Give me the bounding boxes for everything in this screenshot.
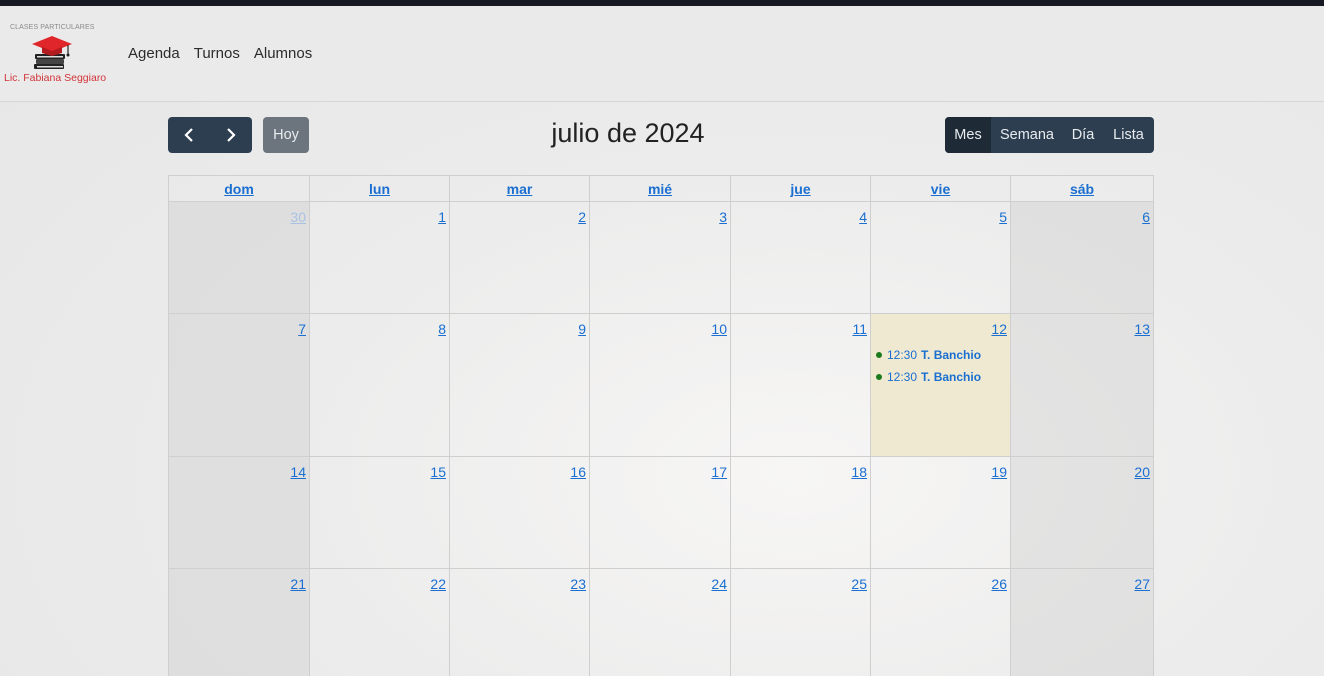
event-dot-icon xyxy=(876,374,882,380)
day-number[interactable]: 16 xyxy=(570,464,586,480)
day-cell[interactable]: 17 xyxy=(590,457,731,569)
brand-logo[interactable]: CLASES PARTICULARES Lic. Fabiana Seggiar… xyxy=(0,20,107,90)
day-cell[interactable]: 25 xyxy=(731,569,871,676)
day-number[interactable]: 11 xyxy=(852,321,867,337)
next-button[interactable] xyxy=(210,117,252,153)
day-number[interactable]: 19 xyxy=(991,464,1007,480)
day-cell[interactable]: 30 xyxy=(169,202,310,314)
weekday-header-row: dom lun mar mié jue vie sáb xyxy=(169,176,1153,202)
event-title: T. Banchio xyxy=(921,370,982,384)
view-list-button[interactable]: Lista xyxy=(1103,117,1154,153)
weekday-header[interactable]: dom xyxy=(169,176,310,202)
prev-next-group xyxy=(168,117,252,153)
day-cell[interactable]: 3 xyxy=(590,202,731,314)
day-cell[interactable]: 23 xyxy=(450,569,590,676)
day-number[interactable]: 13 xyxy=(1134,321,1150,337)
day-cell[interactable]: 15 xyxy=(310,457,450,569)
day-number[interactable]: 2 xyxy=(578,209,586,225)
month-grid: dom lun mar mié jue vie sáb 30 1 2 3 4 5… xyxy=(168,175,1154,676)
day-number[interactable]: 30 xyxy=(290,209,306,225)
day-cell[interactable]: 4 xyxy=(731,202,871,314)
event-time: 12:30 xyxy=(887,348,918,362)
day-number[interactable]: 5 xyxy=(999,209,1007,225)
day-cell[interactable]: 7 xyxy=(169,314,310,457)
day-cell[interactable]: 13 xyxy=(1011,314,1153,457)
weekday-header[interactable]: vie xyxy=(871,176,1011,202)
day-cell[interactable]: 24 xyxy=(590,569,731,676)
event-dot-icon xyxy=(876,352,882,358)
nav-alumnos[interactable]: Alumnos xyxy=(254,45,312,62)
brand-bottom-text: Lic. Fabiana Seggiaro xyxy=(4,72,107,84)
calendar-title: julio de 2024 xyxy=(551,118,705,148)
day-number[interactable]: 6 xyxy=(1142,209,1150,225)
chevron-left-icon xyxy=(184,128,193,142)
day-cell-today[interactable]: 12 12:30 T. Banchio 12:30 T. Banchio xyxy=(871,314,1011,457)
day-number[interactable]: 3 xyxy=(719,209,727,225)
day-number[interactable]: 10 xyxy=(711,321,727,337)
day-cell[interactable]: 22 xyxy=(310,569,450,676)
day-number[interactable]: 21 xyxy=(290,576,306,592)
day-number[interactable]: 22 xyxy=(430,576,446,592)
day-number[interactable]: 25 xyxy=(851,576,867,592)
day-number[interactable]: 14 xyxy=(290,464,306,480)
nav-turnos[interactable]: Turnos xyxy=(194,45,240,62)
weekday-header[interactable]: sáb xyxy=(1011,176,1153,202)
day-cell[interactable]: 1 xyxy=(310,202,450,314)
event-title: T. Banchio xyxy=(921,348,982,362)
today-button[interactable]: Hoy xyxy=(263,117,309,153)
chevron-right-icon xyxy=(227,128,236,142)
day-number[interactable]: 23 xyxy=(570,576,586,592)
day-cell[interactable]: 26 xyxy=(871,569,1011,676)
day-cell[interactable]: 11 xyxy=(731,314,871,457)
week-row: 30 1 2 3 4 5 6 xyxy=(169,202,1153,314)
day-cell[interactable]: 21 xyxy=(169,569,310,676)
weekday-header[interactable]: jue xyxy=(731,176,871,202)
week-row: 14 15 16 17 18 19 20 xyxy=(169,457,1153,569)
day-number[interactable]: 9 xyxy=(578,321,586,337)
day-cell[interactable]: 5 xyxy=(871,202,1011,314)
graduation-cap-books-icon xyxy=(32,36,72,69)
event-time: 12:30 xyxy=(887,370,918,384)
day-number[interactable]: 8 xyxy=(438,321,446,337)
day-number[interactable]: 4 xyxy=(859,209,867,225)
day-cell[interactable]: 14 xyxy=(169,457,310,569)
main-nav: Agenda Turnos Alumnos xyxy=(128,45,326,62)
weekday-header[interactable]: mié xyxy=(590,176,731,202)
day-cell[interactable]: 6 xyxy=(1011,202,1153,314)
day-cell[interactable]: 18 xyxy=(731,457,871,569)
calendar-event[interactable]: 12:30 T. Banchio xyxy=(876,370,981,384)
view-month-button[interactable]: Mes xyxy=(945,117,991,153)
prev-button[interactable] xyxy=(168,117,210,153)
day-cell[interactable]: 9 xyxy=(450,314,590,457)
day-cell[interactable]: 2 xyxy=(450,202,590,314)
nav-agenda[interactable]: Agenda xyxy=(128,45,180,62)
day-number[interactable]: 12 xyxy=(991,321,1007,337)
day-number[interactable]: 7 xyxy=(298,321,306,337)
week-row: 21 22 23 24 25 26 27 xyxy=(169,569,1153,676)
view-week-button[interactable]: Semana xyxy=(991,117,1063,153)
calendar-event[interactable]: 12:30 T. Banchio xyxy=(876,348,981,362)
day-cell[interactable]: 27 xyxy=(1011,569,1153,676)
week-row: 7 8 9 10 11 12 12:30 T. Banchio 12:30 T.… xyxy=(169,314,1153,457)
day-cell[interactable]: 8 xyxy=(310,314,450,457)
day-number[interactable]: 20 xyxy=(1134,464,1150,480)
day-number[interactable]: 17 xyxy=(711,464,727,480)
day-number[interactable]: 27 xyxy=(1134,576,1150,592)
day-cell[interactable]: 19 xyxy=(871,457,1011,569)
brand-top-text: CLASES PARTICULARES xyxy=(10,24,95,31)
day-cell[interactable]: 16 xyxy=(450,457,590,569)
day-number[interactable]: 15 xyxy=(430,464,446,480)
navbar: CLASES PARTICULARES Lic. Fabiana Seggiar… xyxy=(0,6,1324,102)
day-number[interactable]: 24 xyxy=(711,576,727,592)
weekday-header[interactable]: mar xyxy=(450,176,590,202)
day-number[interactable]: 26 xyxy=(991,576,1007,592)
weekday-header[interactable]: lun xyxy=(310,176,450,202)
day-number[interactable]: 1 xyxy=(438,209,446,225)
day-cell[interactable]: 10 xyxy=(590,314,731,457)
view-switcher: Mes Semana Día Lista xyxy=(945,117,1154,153)
day-cell[interactable]: 20 xyxy=(1011,457,1153,569)
view-day-button[interactable]: Día xyxy=(1063,117,1103,153)
day-number[interactable]: 18 xyxy=(851,464,867,480)
